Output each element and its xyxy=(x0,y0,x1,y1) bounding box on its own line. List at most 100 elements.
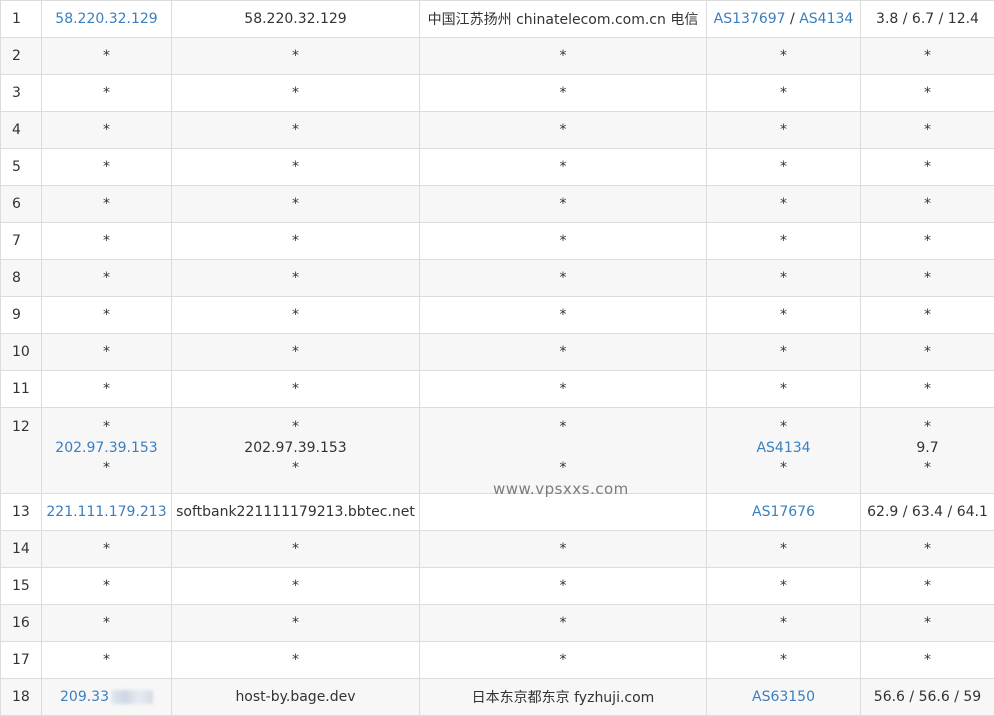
ip-cell: * 202.97.39.153 * xyxy=(42,408,172,494)
hop-number: 13 xyxy=(1,494,42,531)
table-row: 17 * * * * * xyxy=(1,642,994,679)
probe-value: 9.7 xyxy=(861,438,994,459)
table-row: 10 * * * * * xyxy=(1,334,994,371)
probe-value: * xyxy=(42,458,171,479)
asn-cell: * xyxy=(707,297,861,334)
asn-link[interactable]: AS63150 xyxy=(752,689,815,705)
hostname-cell: * xyxy=(172,223,420,260)
hop-number: 15 xyxy=(1,568,42,605)
hostname-cell: * xyxy=(172,112,420,149)
ip-cell: * xyxy=(42,605,172,642)
hostname-cell: * 202.97.39.153 * xyxy=(172,408,420,494)
ip-link[interactable]: 209.33 xyxy=(60,689,109,705)
ip-cell: 58.220.32.129 xyxy=(42,1,172,38)
table-row: 8 * * * * * xyxy=(1,260,994,297)
hop-number: 11 xyxy=(1,371,42,408)
ip-link[interactable]: 221.111.179.213 xyxy=(46,504,166,520)
rtt-cell: * xyxy=(861,186,994,223)
hostname-cell: * xyxy=(172,186,420,223)
rtt-cell: 3.8 / 6.7 / 12.4 xyxy=(861,1,994,38)
hostname-cell: * xyxy=(172,260,420,297)
asn-link[interactable]: AS17676 xyxy=(752,504,815,520)
ip-cell: * xyxy=(42,75,172,112)
hostname-cell: * xyxy=(172,38,420,75)
asn-cell: * xyxy=(707,334,861,371)
rtt-cell: * xyxy=(861,297,994,334)
hostname-cell: softbank221111179213.bbtec.net xyxy=(172,494,420,531)
probe-value: * xyxy=(861,417,994,438)
ip-cell: * xyxy=(42,531,172,568)
location-cell: * xyxy=(420,149,707,186)
hostname-cell: * xyxy=(172,605,420,642)
location-cell xyxy=(420,494,707,531)
rtt-cell: * xyxy=(861,568,994,605)
location-cell: * xyxy=(420,297,707,334)
rtt-cell: * xyxy=(861,334,994,371)
ip-cell: 221.111.179.213 xyxy=(42,494,172,531)
ip-cell: * xyxy=(42,223,172,260)
location-cell: * xyxy=(420,260,707,297)
asn-cell: AS17676 xyxy=(707,494,861,531)
table-row: 16 * * * * * xyxy=(1,605,994,642)
ip-cell: * xyxy=(42,642,172,679)
table-row: 6 * * * * * xyxy=(1,186,994,223)
table-row: 2 * * * * * xyxy=(1,38,994,75)
asn-link[interactable]: AS4134 xyxy=(707,438,860,459)
location-cell: * * xyxy=(420,408,707,494)
location-cell: * xyxy=(420,531,707,568)
probe-value: * xyxy=(172,417,419,438)
ip-cell: * xyxy=(42,297,172,334)
redacted-ip-blur xyxy=(111,690,153,704)
asn-cell: * xyxy=(707,186,861,223)
rtt-cell: * xyxy=(861,531,994,568)
ip-cell: * xyxy=(42,186,172,223)
location-cell: * xyxy=(420,642,707,679)
asn-cell: AS63150 xyxy=(707,679,861,716)
location-cell: * xyxy=(420,223,707,260)
asn-cell: * AS4134 * xyxy=(707,408,861,494)
rtt-cell: * xyxy=(861,260,994,297)
location-cell: * xyxy=(420,334,707,371)
rtt-cell: 56.6 / 56.6 / 59 xyxy=(861,679,994,716)
rtt-cell: * xyxy=(861,223,994,260)
hop-number: 6 xyxy=(1,186,42,223)
table-row: 11 * * * * * xyxy=(1,371,994,408)
asn-cell: AS137697 / AS4134 xyxy=(707,1,861,38)
rtt-cell: * xyxy=(861,75,994,112)
hop-number: 1 xyxy=(1,1,42,38)
asn-separator: / xyxy=(786,11,800,27)
traceroute-table: 1 58.220.32.129 58.220.32.129 中国江苏扬州 chi… xyxy=(0,0,994,716)
probe-value xyxy=(420,438,706,459)
probe-value: * xyxy=(420,458,706,479)
location-cell: * xyxy=(420,568,707,605)
ip-cell: * xyxy=(42,568,172,605)
asn-link[interactable]: AS4134 xyxy=(799,11,853,27)
table-row: 12 * 202.97.39.153 * * 202.97.39.153 * *… xyxy=(1,408,994,494)
location-cell: * xyxy=(420,112,707,149)
location-cell: * xyxy=(420,371,707,408)
table-row: 1 58.220.32.129 58.220.32.129 中国江苏扬州 chi… xyxy=(1,1,994,38)
hop-number: 5 xyxy=(1,149,42,186)
hop-number: 14 xyxy=(1,531,42,568)
rtt-cell: * xyxy=(861,149,994,186)
probe-value: * xyxy=(707,417,860,438)
asn-cell: * xyxy=(707,38,861,75)
asn-cell: * xyxy=(707,260,861,297)
rtt-cell: 62.9 / 63.4 / 64.1 xyxy=(861,494,994,531)
hostname-cell: * xyxy=(172,642,420,679)
hostname-cell: host-by.bage.dev xyxy=(172,679,420,716)
probe-value: * xyxy=(42,417,171,438)
location-cell: * xyxy=(420,186,707,223)
asn-link[interactable]: AS137697 xyxy=(714,11,786,27)
hop-number: 7 xyxy=(1,223,42,260)
hop-number: 8 xyxy=(1,260,42,297)
ip-cell: * xyxy=(42,38,172,75)
asn-cell: * xyxy=(707,112,861,149)
ip-link[interactable]: 202.97.39.153 xyxy=(42,438,171,459)
table-row: 7 * * * * * xyxy=(1,223,994,260)
table-row: 15 * * * * * xyxy=(1,568,994,605)
hostname-cell: * xyxy=(172,75,420,112)
asn-cell: * xyxy=(707,568,861,605)
ip-cell: * xyxy=(42,371,172,408)
ip-link[interactable]: 58.220.32.129 xyxy=(55,11,157,27)
